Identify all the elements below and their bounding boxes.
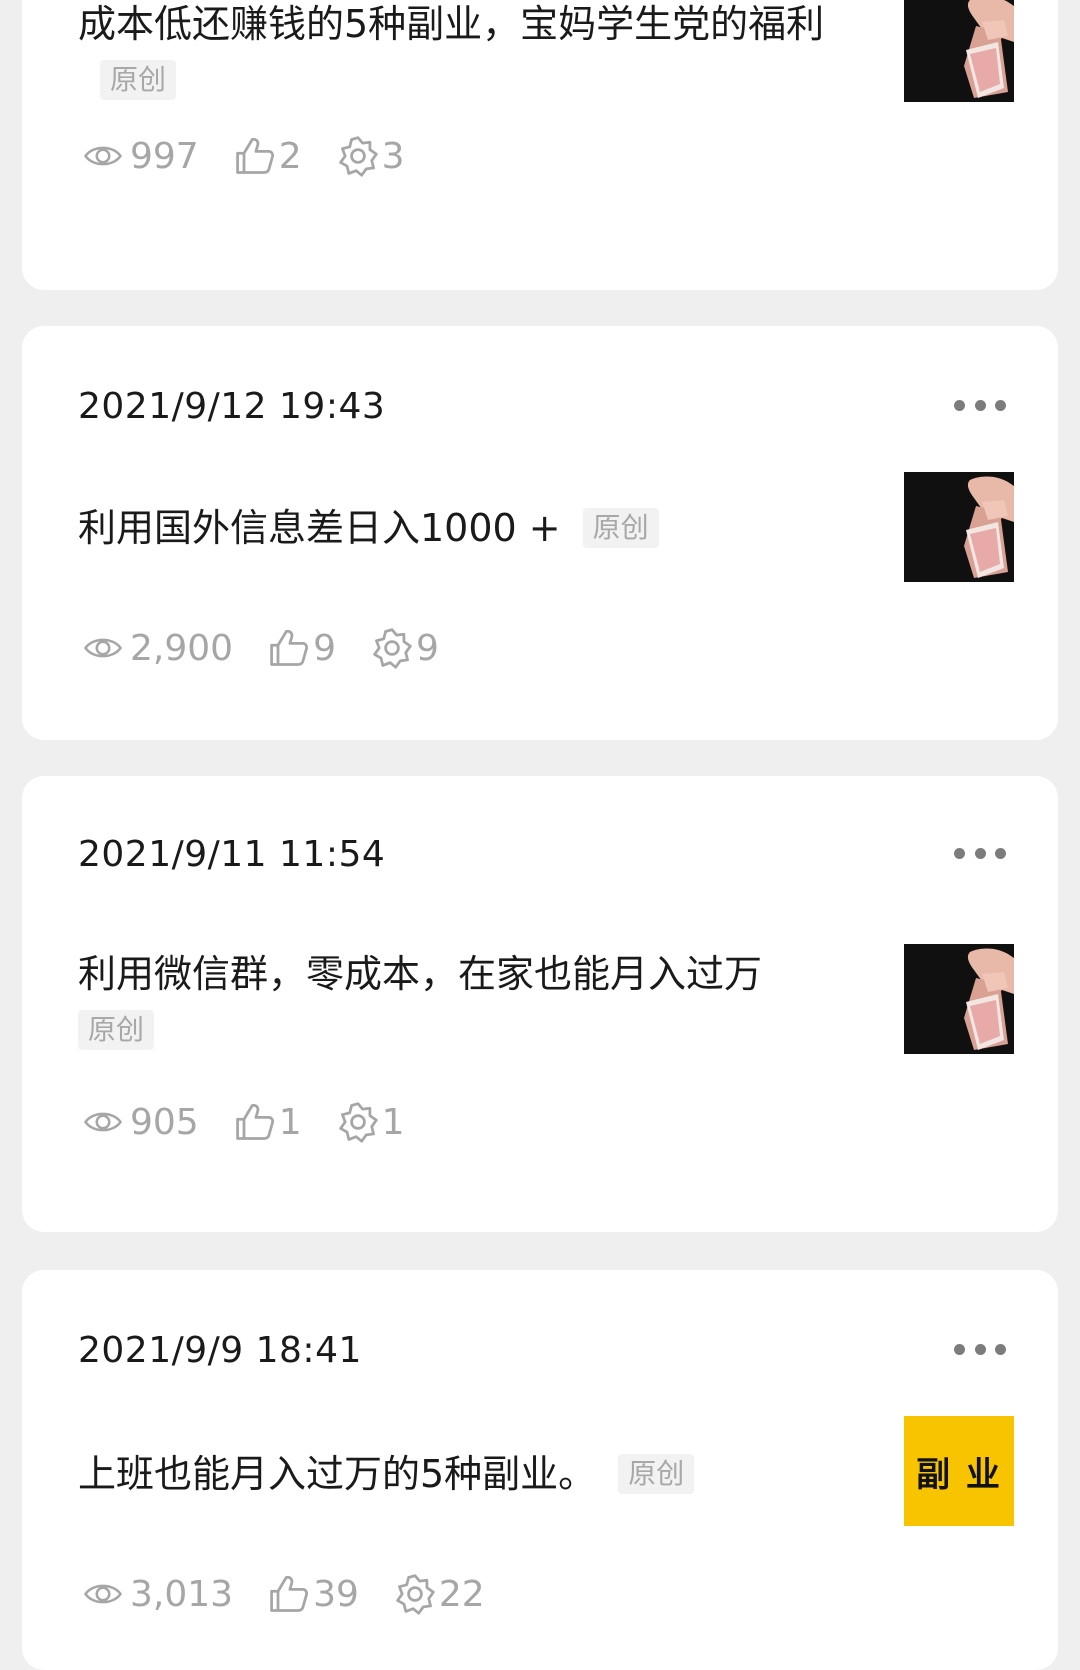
likes-count: 1 — [278, 1101, 302, 1143]
eye-icon — [78, 136, 128, 176]
views-count: 997 — [130, 135, 199, 177]
eye-icon — [78, 628, 128, 668]
original-tag: 原创 — [78, 1010, 155, 1050]
likes-count: 39 — [313, 1573, 359, 1615]
post-stats: 3,013 39 22 — [78, 1570, 519, 1618]
more-dots-icon[interactable] — [954, 846, 1006, 860]
share-gear-icon — [336, 134, 380, 178]
post-card[interactable]: 2021/9/11 11:54 利用微信群，零成本，在家也能月入过万原创 905… — [22, 776, 1058, 1232]
shares-count: 3 — [381, 135, 405, 177]
post-stats: 997 2 3 — [78, 132, 439, 180]
post-date: 2021/9/12 19:43 — [78, 386, 386, 427]
post-card[interactable]: 2021/9/12 19:43 利用国外信息差日入1000 + 原创 2,900 … — [22, 326, 1058, 740]
post-thumbnail[interactable] — [904, 472, 1014, 582]
shares-stat[interactable]: 3 — [336, 134, 405, 178]
original-tag: 原创 — [100, 60, 177, 100]
dot — [954, 399, 965, 411]
views-stat: 3,013 — [78, 1574, 233, 1615]
likes-stat[interactable]: 9 — [267, 626, 336, 670]
views-count: 3,013 — [130, 1573, 234, 1615]
shares-count: 22 — [438, 1573, 485, 1615]
share-gear-icon — [336, 1100, 380, 1144]
thumbs-up-icon — [233, 1100, 277, 1144]
shares-stat[interactable]: 1 — [336, 1100, 405, 1144]
post-card[interactable]: 成本低还赚钱的5种副业，宝妈学生党的福利原创 997 2 3 — [22, 0, 1058, 290]
dot — [974, 847, 986, 859]
thumbs-up-icon — [267, 626, 311, 670]
dot — [974, 399, 986, 411]
post-title[interactable]: 利用微信群，零成本，在家也能月入过万原创 — [78, 946, 838, 1058]
dot — [954, 847, 965, 859]
shares-count: 9 — [415, 627, 439, 669]
money-image — [904, 0, 1014, 102]
views-stat: 905 — [78, 1102, 199, 1143]
likes-stat[interactable]: 2 — [233, 134, 302, 178]
likes-stat[interactable]: 39 — [267, 1572, 359, 1616]
original-tag: 原创 — [582, 508, 659, 548]
post-date: 2021/9/9 18:41 — [78, 1330, 362, 1371]
dot — [995, 1343, 1006, 1355]
likes-count: 2 — [278, 135, 302, 177]
more-dots-icon[interactable] — [954, 1342, 1006, 1356]
post-title-text: 利用微信群，零成本，在家也能月入过万 — [78, 952, 763, 996]
dot — [954, 1343, 965, 1355]
post-thumbnail[interactable]: 副 业 — [904, 1416, 1014, 1526]
money-image — [904, 944, 1014, 1054]
post-title-text: 上班也能月入过万的5种副业。 — [78, 1452, 597, 1496]
post-stats: 905 1 1 — [78, 1098, 439, 1146]
views-stat: 2,900 — [78, 628, 233, 669]
money-image — [904, 472, 1014, 582]
post-date: 2021/9/11 11:54 — [78, 834, 386, 875]
share-gear-icon — [370, 626, 414, 670]
post-thumbnail[interactable] — [904, 944, 1014, 1054]
share-gear-icon — [393, 1572, 437, 1616]
post-card[interactable]: 2021/9/9 18:41 上班也能月入过万的5种副业。 原创 副 业 3,01… — [22, 1270, 1058, 1670]
shares-stat[interactable]: 9 — [370, 626, 439, 670]
post-title[interactable]: 成本低还赚钱的5种副业，宝妈学生党的福利原创 — [78, 0, 838, 108]
original-tag: 原创 — [618, 1454, 695, 1494]
more-dots-icon[interactable] — [954, 398, 1006, 412]
post-thumbnail[interactable] — [904, 0, 1014, 102]
dot — [995, 847, 1006, 859]
views-count: 905 — [130, 1101, 199, 1143]
likes-stat[interactable]: 1 — [233, 1100, 302, 1144]
post-title-text: 利用国外信息差日入1000 + — [78, 506, 561, 550]
dot — [974, 1343, 986, 1355]
thumbnail-text: 副 业 — [916, 1454, 1002, 1495]
shares-count: 1 — [381, 1101, 405, 1143]
post-title[interactable]: 上班也能月入过万的5种副业。 原创 — [78, 1446, 838, 1502]
likes-count: 9 — [313, 627, 336, 669]
post-title[interactable]: 利用国外信息差日入1000 + 原创 — [78, 500, 838, 556]
dot — [995, 399, 1006, 411]
eye-icon — [78, 1102, 128, 1142]
shares-stat[interactable]: 22 — [393, 1572, 485, 1616]
views-count: 2,900 — [130, 627, 234, 669]
views-stat: 997 — [78, 136, 199, 177]
post-stats: 2,900 9 9 — [78, 624, 473, 672]
eye-icon — [78, 1574, 128, 1614]
thumbs-up-icon — [267, 1572, 311, 1616]
post-title-text: 成本低还赚钱的5种副业，宝妈学生党的福利 — [78, 2, 825, 46]
thumbs-up-icon — [233, 134, 277, 178]
